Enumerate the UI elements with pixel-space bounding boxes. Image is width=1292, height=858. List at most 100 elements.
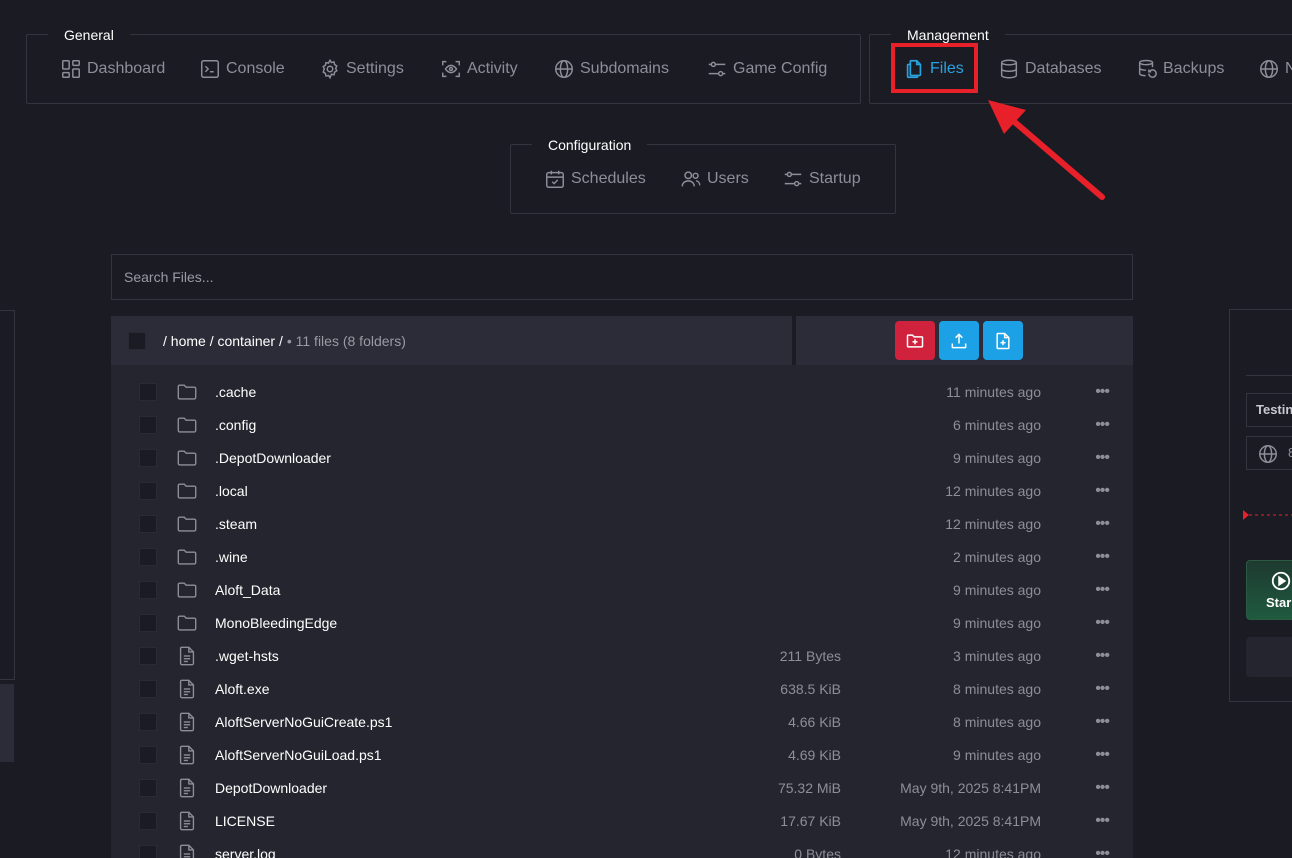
file-row[interactable]: .wget-hsts 211 Bytes 3 minutes ago ••• — [111, 640, 1133, 673]
file-row[interactable]: .config 6 minutes ago ••• — [111, 409, 1133, 442]
file-name[interactable]: .local — [215, 475, 248, 508]
file-modified: 8 minutes ago — [953, 681, 1041, 697]
more-options-icon[interactable]: ••• — [1095, 574, 1110, 605]
file-name[interactable]: .steam — [215, 508, 257, 541]
row-checkbox[interactable] — [139, 548, 157, 566]
file-name[interactable]: AloftServerNoGuiCreate.ps1 — [215, 706, 392, 739]
nav-item-subdomains[interactable]: Subdomains — [553, 58, 669, 80]
file-name[interactable]: DepotDownloader — [215, 772, 327, 805]
file-row[interactable]: Aloft_Data 9 minutes ago ••• — [111, 574, 1133, 607]
globe-icon — [553, 58, 575, 80]
nav-item-console[interactable]: Console — [199, 58, 285, 80]
more-options-icon[interactable]: ••• — [1095, 376, 1110, 407]
more-options-icon[interactable]: ••• — [1095, 772, 1110, 803]
gear-icon — [319, 58, 341, 80]
server-name-field[interactable]: Testin — [1246, 393, 1292, 427]
search-input[interactable] — [111, 254, 1133, 300]
select-all-checkbox[interactable] — [128, 332, 146, 350]
breadcrumb-path[interactable]: / home / container / — [163, 333, 283, 349]
nav-item-startup[interactable]: Startup — [782, 168, 861, 190]
file-row[interactable]: DepotDownloader 75.32 MiB May 9th, 2025 8:… — [111, 772, 1133, 805]
file-row[interactable]: AloftServerNoGuiLoad.ps1 4.69 KiB 9 minute… — [111, 739, 1133, 772]
nav-item-activity[interactable]: Activity — [440, 58, 518, 80]
more-options-icon[interactable]: ••• — [1095, 442, 1110, 473]
nav-item-console-label: Console — [226, 60, 285, 77]
file-row[interactable]: .local 12 minutes ago ••• — [111, 475, 1133, 508]
more-options-icon[interactable]: ••• — [1095, 706, 1110, 737]
nav-item-startup-label: Startup — [809, 170, 861, 187]
row-checkbox[interactable] — [139, 647, 157, 665]
file-icon — [176, 843, 198, 858]
more-options-icon[interactable]: ••• — [1095, 739, 1110, 770]
file-name[interactable]: .config — [215, 409, 256, 442]
file-modified: 11 minutes ago — [946, 384, 1041, 400]
nav-item-databases[interactable]: Databases — [998, 58, 1102, 80]
nav-item-schedules[interactable]: Schedules — [544, 168, 646, 190]
file-row[interactable]: .steam 12 minutes ago ••• — [111, 508, 1133, 541]
file-name[interactable]: .wine — [215, 541, 248, 574]
more-options-icon[interactable]: ••• — [1095, 838, 1110, 858]
file-row[interactable]: AloftServerNoGuiCreate.ps1 4.66 KiB 8 minu… — [111, 706, 1133, 739]
row-checkbox[interactable] — [139, 845, 157, 858]
row-checkbox[interactable] — [139, 680, 157, 698]
folder-icon — [176, 480, 198, 502]
folder-plus-icon — [905, 331, 925, 351]
row-checkbox[interactable] — [139, 779, 157, 797]
row-checkbox[interactable] — [139, 383, 157, 401]
file-row[interactable]: Aloft.exe 638.5 KiB 8 minutes ago ••• — [111, 673, 1133, 706]
more-options-icon[interactable]: ••• — [1095, 805, 1110, 836]
left-panel-block — [0, 684, 14, 762]
file-row[interactable]: server.log 0 Bytes 12 minutes ago ••• — [111, 838, 1133, 858]
file-row[interactable]: MonoBleedingEdge 9 minutes ago ••• — [111, 607, 1133, 640]
more-options-icon[interactable]: ••• — [1095, 607, 1110, 638]
upload-button[interactable] — [939, 321, 979, 360]
file-row[interactable]: LICENSE 17.67 KiB May 9th, 2025 8:41PM ••• — [111, 805, 1133, 838]
nav-item-network[interactable]: N — [1258, 58, 1292, 80]
file-name[interactable]: Aloft_Data — [215, 574, 280, 607]
folder-icon — [176, 579, 198, 601]
row-checkbox[interactable] — [139, 581, 157, 599]
row-checkbox[interactable] — [139, 614, 157, 632]
start-button[interactable]: Star — [1246, 560, 1292, 620]
file-name[interactable]: .cache — [215, 376, 256, 409]
file-name[interactable]: .wget-hsts — [215, 640, 279, 673]
sliders-icon — [706, 58, 728, 80]
more-options-icon[interactable]: ••• — [1095, 508, 1110, 539]
row-checkbox[interactable] — [139, 746, 157, 764]
file-name[interactable]: server.log — [215, 838, 276, 858]
file-row[interactable]: .cache 11 minutes ago ••• — [111, 376, 1133, 409]
eye-icon — [440, 58, 462, 80]
file-modified: 12 minutes ago — [945, 846, 1041, 858]
file-size: 17.67 KiB — [780, 813, 841, 829]
nav-item-users[interactable]: Users — [680, 168, 749, 190]
file-name[interactable]: AloftServerNoGuiLoad.ps1 — [215, 739, 382, 772]
more-options-icon[interactable]: ••• — [1095, 475, 1110, 506]
file-name[interactable]: Aloft.exe — [215, 673, 269, 706]
nav-item-dashboard[interactable]: Dashboard — [60, 58, 165, 80]
server-address-field[interactable]: 8 — [1246, 436, 1292, 470]
row-checkbox[interactable] — [139, 482, 157, 500]
nav-item-backups[interactable]: Backups — [1136, 58, 1224, 80]
file-row[interactable]: .wine 2 minutes ago ••• — [111, 541, 1133, 574]
row-checkbox[interactable] — [139, 713, 157, 731]
new-file-button[interactable] — [983, 321, 1023, 360]
folder-icon — [176, 546, 198, 568]
more-options-icon[interactable]: ••• — [1095, 541, 1110, 572]
file-name[interactable]: .DepotDownloader — [215, 442, 331, 475]
row-checkbox[interactable] — [139, 416, 157, 434]
row-checkbox[interactable] — [139, 515, 157, 533]
file-row[interactable]: .DepotDownloader 9 minutes ago ••• — [111, 442, 1133, 475]
right-panel-divider — [1246, 375, 1292, 376]
more-options-icon[interactable]: ••• — [1095, 673, 1110, 704]
row-checkbox[interactable] — [139, 449, 157, 467]
file-name[interactable]: LICENSE — [215, 805, 275, 838]
new-folder-button[interactable] — [895, 321, 935, 360]
nav-item-settings[interactable]: Settings — [319, 58, 404, 80]
file-name[interactable]: MonoBleedingEdge — [215, 607, 337, 640]
row-checkbox[interactable] — [139, 812, 157, 830]
more-options-icon[interactable]: ••• — [1095, 409, 1110, 440]
more-options-icon[interactable]: ••• — [1095, 640, 1110, 671]
dashboard-icon — [60, 58, 82, 80]
nav-item-game-config[interactable]: Game Config — [706, 58, 827, 80]
file-list: .cache 11 minutes ago ••• .config 6 minutes … — [111, 365, 1133, 858]
